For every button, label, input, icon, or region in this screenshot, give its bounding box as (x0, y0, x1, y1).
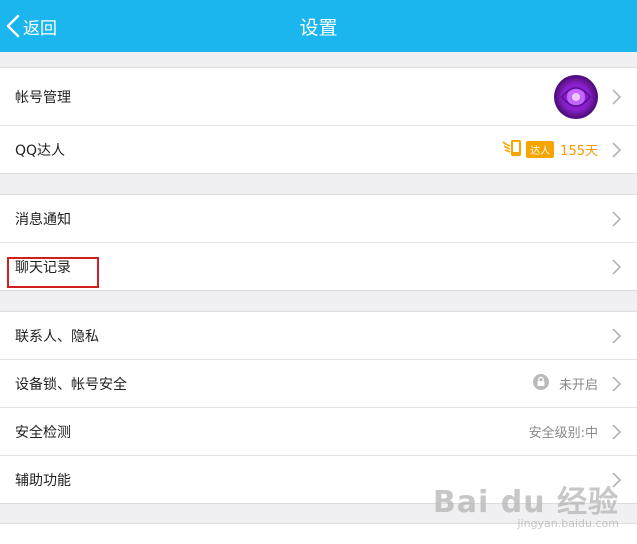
watermark-logo: Bai du 经验 (432, 485, 619, 520)
settings-row-security-check[interactable]: 安全检测 安全级别:中 (0, 408, 637, 456)
row-label: 帐号管理 (15, 89, 71, 106)
highlight-box (7, 257, 99, 288)
chevron-right-icon (612, 88, 621, 105)
row-value: 未开启 (558, 378, 598, 393)
settings-group-account: 帐号管理 QQ达人 达人 155天 (0, 67, 637, 174)
winged-phone-icon (502, 138, 528, 162)
row-label: QQ达人 (15, 142, 66, 159)
row-label: 设备锁、帐号安全 (15, 376, 127, 393)
chevron-right-icon (612, 210, 621, 227)
settings-row-message-notification[interactable]: 消息通知 (0, 195, 637, 243)
row-label: 安全检测 (15, 424, 71, 441)
settings-row-qq-talent[interactable]: QQ达人 达人 155天 (0, 126, 637, 173)
row-label: 联系人、隐私 (15, 328, 99, 345)
talent-days: 155天 (560, 144, 598, 159)
chevron-right-icon (612, 141, 621, 158)
settings-row-account-management[interactable]: 帐号管理 (0, 68, 637, 126)
chevron-right-icon (612, 375, 621, 392)
page-title: 设置 (299, 17, 338, 39)
avatar (554, 74, 598, 119)
watermark: Bai du 经验 jingyan.baidu.com (433, 477, 619, 530)
row-label: 消息通知 (15, 211, 71, 228)
talent-tag: 达人 (526, 141, 555, 158)
chevron-right-icon (612, 327, 621, 344)
row-label: 辅助功能 (15, 472, 71, 489)
lock-icon (532, 373, 549, 394)
top-bar: 返回 设置 (0, 0, 637, 52)
chevron-right-icon (612, 258, 621, 275)
talent-badge: 达人 (502, 138, 555, 162)
settings-row-device-lock[interactable]: 设备锁、帐号安全 未开启 (0, 360, 637, 408)
settings-group-privacy: 联系人、隐私 设备锁、帐号安全 未开启 安全检测 安全级别:中 辅助功能 (0, 311, 637, 504)
settings-row-contacts-privacy[interactable]: 联系人、隐私 (0, 312, 637, 360)
row-value: 安全级别:中 (528, 426, 598, 441)
chevron-right-icon (612, 423, 621, 440)
